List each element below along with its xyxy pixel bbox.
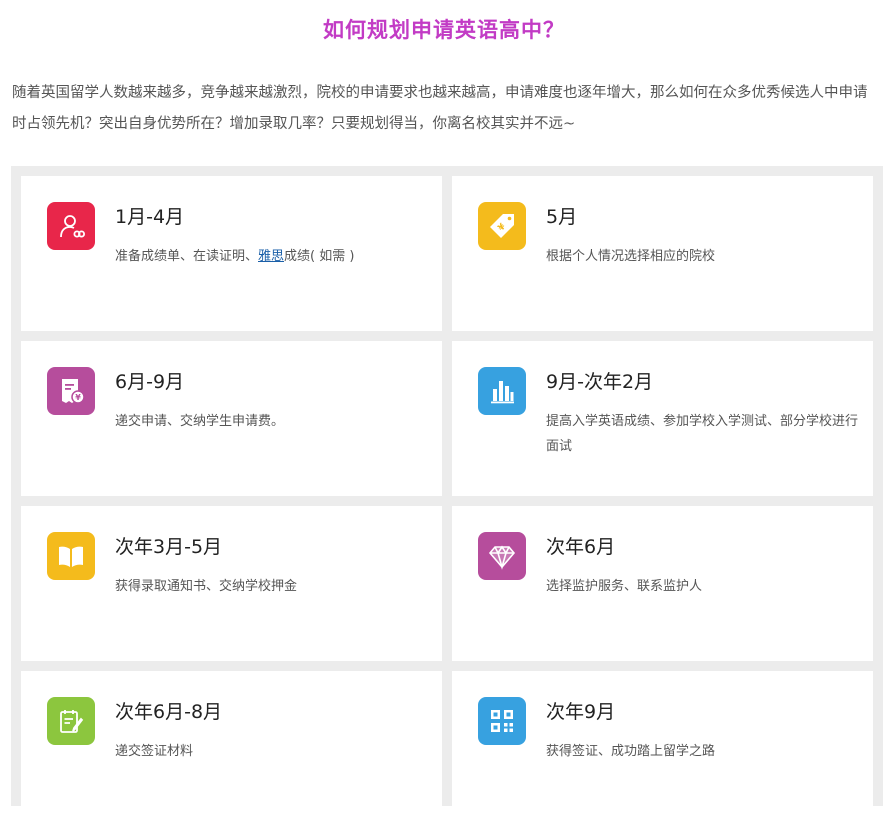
diamond-icon [478,532,526,580]
card-description: 根据个人情况选择相应的院校 [546,249,716,264]
card-period: 9月-次年2月 [546,371,654,393]
card-description: 获得录取通知书、交纳学校押金 [115,579,298,594]
timeline-card: 1月-4月 准备成绩单、在读证明、雅思成绩( 如需 ) [21,176,442,331]
card-period: 次年6月-8月 [115,701,223,723]
card-description: 递交申请、交纳学生申请费。 [115,414,285,429]
timeline-card: 次年3月-5月 获得录取通知书、交纳学校押金 [21,506,442,661]
timeline-card: 9月-次年2月 提高入学英语成绩、参加学校入学测试、部分学校进行面试 [452,341,873,496]
qr-code-icon [478,697,526,745]
card-period: 次年3月-5月 [115,536,223,558]
card-period: 5月 [546,206,578,228]
card-description: 获得签证、成功踏上留学之路 [546,744,716,759]
card-period: 1月-4月 [115,206,185,228]
edit-note-icon [47,697,95,745]
bar-chart-icon [478,367,526,415]
ielts-link[interactable]: 雅思 [258,249,284,264]
timeline-card: ¥ 6月-9月 递交申请、交纳学生申请费。 [21,341,442,496]
card-description: 准备成绩单、在读证明、雅思成绩( 如需 ) [115,249,355,264]
intro-paragraph: 随着英国留学人数越来越多，竞争越来越激烈，院校的申请要求也越来越高，申请难度也逐… [12,85,868,132]
book-icon [47,532,95,580]
timeline-grid: 1月-4月 准备成绩单、在读证明、雅思成绩( 如需 ) ¥ 5月 根据个人情况选… [11,166,883,826]
card-period: 次年9月 [546,701,616,723]
timeline-card: ¥ 5月 根据个人情况选择相应的院校 [452,176,873,331]
page-title: 如何规划申请英语高中？ [323,18,565,42]
timeline-card: 次年6月 选择监护服务、联系监护人 [452,506,873,661]
card-description: 提高入学英语成绩、参加学校入学测试、部分学校进行面试 [546,414,859,454]
card-period: 次年6月 [546,536,616,558]
timeline-card: 次年9月 获得签证、成功踏上留学之路 [452,671,873,826]
card-period: 6月-9月 [115,371,185,393]
timeline-card: 次年6月-8月 递交签证材料 [21,671,442,826]
card-description: 选择监护服务、联系监护人 [546,579,703,594]
price-tag-icon: ¥ [478,202,526,250]
card-description: 递交签证材料 [115,744,194,759]
receipt-icon: ¥ [47,367,95,415]
user-card-icon [47,202,95,250]
svg-text:¥: ¥ [75,393,81,402]
